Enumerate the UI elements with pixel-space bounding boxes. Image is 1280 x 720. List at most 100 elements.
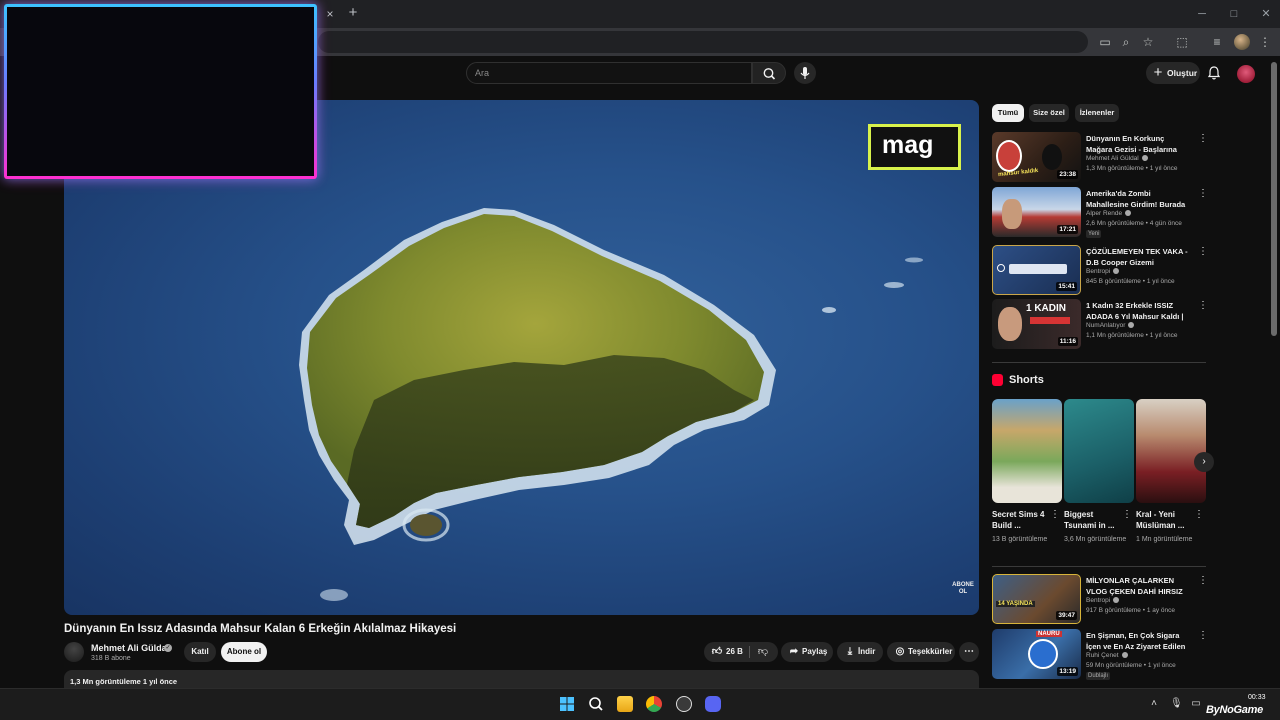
- close-tab-icon[interactable]: ×: [322, 6, 338, 22]
- share-arrow-icon: ➦: [789, 646, 799, 657]
- recommendation-channel[interactable]: NumAnlatıyor: [1086, 322, 1135, 329]
- more-options-icon[interactable]: ⋮: [1198, 133, 1208, 145]
- address-bar[interactable]: [318, 31, 1088, 53]
- thanks-button[interactable]: ◎ Teşekkürler: [887, 642, 955, 662]
- file-explorer-icon[interactable]: [617, 696, 633, 712]
- join-button[interactable]: Katıl: [184, 642, 216, 662]
- taskbar-search-icon[interactable]: [588, 696, 604, 712]
- chip-all[interactable]: Tümü: [992, 104, 1024, 122]
- system-clock[interactable]: 00:33: [1248, 694, 1266, 701]
- recommendation-title[interactable]: Amerika'da Zombi Mahallesine Girdim! Bur…: [1086, 188, 1190, 210]
- shorts-next-button[interactable]: ›: [1194, 452, 1214, 472]
- video-thumbnail[interactable]: 17:21: [992, 187, 1081, 237]
- voice-search-button[interactable]: [794, 62, 816, 84]
- recommendation-item[interactable]: NAURU 13:19 En Şişman, En Çok Sigara İçe…: [992, 629, 1212, 680]
- section-divider: [992, 566, 1206, 567]
- reading-list-icon[interactable]: ≡: [1208, 33, 1226, 51]
- verified-check-icon: ✓: [164, 644, 172, 652]
- search-button[interactable]: [752, 62, 786, 84]
- recommendation-meta: 917 B görüntüleme • 1 ay önce: [1086, 607, 1176, 614]
- subscribe-watermark[interactable]: ABONE OL: [952, 582, 974, 606]
- windows-start-icon[interactable]: [559, 696, 575, 712]
- tray-display-icon[interactable]: ▭: [1190, 698, 1202, 710]
- search-input[interactable]: Ara: [466, 62, 752, 84]
- new-tab-icon[interactable]: +: [344, 4, 362, 22]
- more-options-icon[interactable]: ⋮: [1198, 300, 1208, 312]
- obs-icon[interactable]: [676, 696, 692, 712]
- maximize-icon[interactable]: □: [1224, 6, 1244, 22]
- browser-profile-avatar[interactable]: [1234, 34, 1250, 50]
- video-duration: 23:38: [1057, 170, 1078, 179]
- recommendation-channel[interactable]: Mehmet Ali Güldal: [1086, 155, 1148, 162]
- install-app-icon[interactable]: ▭: [1096, 33, 1114, 51]
- chip-for-you[interactable]: Size özel: [1029, 104, 1069, 122]
- short-thumbnail[interactable]: [992, 399, 1062, 503]
- bookmark-star-icon[interactable]: ☆: [1139, 33, 1157, 51]
- more-options-icon[interactable]: ⋮: [1194, 509, 1204, 520]
- channel-avatar[interactable]: [64, 642, 84, 662]
- chip-watched[interactable]: İzlenenler: [1075, 104, 1119, 122]
- browser-menu-icon[interactable]: ⋮: [1256, 33, 1274, 51]
- recommendation-channel[interactable]: Bentropi: [1086, 597, 1120, 604]
- video-thumbnail[interactable]: 1 KADIN 11:16: [992, 299, 1081, 349]
- short-title[interactable]: Secret Sims 4 Build ...: [992, 509, 1048, 531]
- recommendation-meta: 2,6 Mn görüntüleme • 4 gün önce: [1086, 220, 1182, 227]
- more-options-icon[interactable]: ⋮: [1050, 509, 1060, 520]
- video-duration: 17:21: [1057, 225, 1078, 234]
- tray-chevron-icon[interactable]: ˄: [1148, 698, 1160, 710]
- subscriber-count: 318 B abone: [91, 655, 131, 662]
- recommendation-channel[interactable]: Bentropi: [1086, 268, 1120, 275]
- recommendation-item[interactable]: 17:21 Amerika'da Zombi Mahallesine Girdi…: [992, 187, 1212, 238]
- thumbs-down-icon[interactable]: 👎︎: [756, 642, 770, 662]
- recommendation-item[interactable]: 14 YAŞINDA 39:47 MİLYONLAR ÇALARKEN VLOG…: [992, 574, 1212, 624]
- recommendation-item[interactable]: 1 KADIN 11:16 1 Kadın 32 Erkekle ISSIZ A…: [992, 299, 1212, 349]
- download-label: İndir: [858, 647, 876, 656]
- recommendation-title[interactable]: 1 Kadın 32 Erkekle ISSIZ ADADA 6 Yıl Mah…: [1086, 300, 1190, 322]
- short-thumbnail[interactable]: [1064, 399, 1134, 503]
- recommendation-item[interactable]: mahsur kaldık 23:38 Dünyanın En Korkunç …: [992, 132, 1212, 182]
- recommendation-channel[interactable]: Ruhi Çenet: [1086, 652, 1128, 659]
- recommendation-channel[interactable]: Alper Rende: [1086, 210, 1132, 217]
- recommendation-title[interactable]: En Şişman, En Çok Sigara İçen ve En Az Z…: [1086, 630, 1190, 652]
- more-options-icon[interactable]: ⋮: [1198, 575, 1208, 587]
- discord-icon[interactable]: [705, 696, 721, 712]
- extensions-icon[interactable]: ⬚: [1173, 33, 1191, 51]
- video-thumbnail[interactable]: mahsur kaldık 23:38: [992, 132, 1081, 182]
- more-options-icon[interactable]: ⋮: [1198, 630, 1208, 642]
- recommendation-title[interactable]: ÇÖZÜLEMEYEN TEK VAKA - D.B Cooper Gizemi: [1086, 246, 1190, 268]
- recommendation-title[interactable]: MİLYONLAR ÇALARKEN VLOG ÇEKEN DAHİ HIRSI…: [1086, 575, 1190, 597]
- chrome-icon[interactable]: [646, 696, 662, 712]
- shorts-heading: Shorts: [1009, 374, 1044, 386]
- short-views: 13 B görüntüleme: [992, 536, 1048, 543]
- search-icon: [763, 68, 776, 80]
- share-button[interactable]: ➦ Paylaş: [781, 642, 833, 662]
- short-views: 3,6 Mn görüntüleme: [1064, 536, 1127, 543]
- tray-microphone-icon[interactable]: 🎙︎: [1170, 698, 1183, 710]
- zoom-icon[interactable]: ⌕: [1117, 33, 1135, 51]
- short-title[interactable]: Kral - Yeni Müslüman ...: [1136, 509, 1192, 531]
- notifications-bell-icon[interactable]: [1206, 65, 1222, 81]
- short-title[interactable]: Biggest Tsunami in ...: [1064, 509, 1120, 531]
- more-actions-button[interactable]: ⋯: [959, 642, 979, 662]
- plus-icon: +: [1153, 64, 1163, 81]
- page-scrollbar[interactable]: [1271, 62, 1277, 336]
- short-thumbnail[interactable]: [1136, 399, 1206, 503]
- short-item[interactable]: Kral - Yeni Müslüman ... 1 Mn görüntülem…: [1136, 399, 1206, 545]
- video-thumbnail[interactable]: 14 YAŞINDA 39:47: [992, 574, 1081, 624]
- subscribe-button[interactable]: Abone ol: [221, 642, 267, 662]
- video-thumbnail[interactable]: 15:41: [992, 245, 1081, 295]
- download-button[interactable]: ⤓ İndir: [837, 642, 883, 662]
- more-options-icon[interactable]: ⋮: [1122, 509, 1132, 520]
- video-thumbnail[interactable]: NAURU 13:19: [992, 629, 1081, 679]
- more-options-icon[interactable]: ⋮: [1198, 246, 1208, 258]
- user-avatar[interactable]: [1237, 65, 1255, 83]
- short-item[interactable]: Biggest Tsunami in ... 3,6 Mn görüntülem…: [1064, 399, 1134, 545]
- thanks-label: Teşekkürler: [908, 647, 953, 656]
- recommendation-item[interactable]: 15:41 ÇÖZÜLEMEYEN TEK VAKA - D.B Cooper …: [992, 245, 1212, 295]
- recommendation-title[interactable]: Dünyanın En Korkunç Mağara Gezisi - Başl…: [1086, 133, 1190, 155]
- short-item[interactable]: Secret Sims 4 Build ... 13 B görüntüleme…: [992, 399, 1062, 545]
- more-options-icon[interactable]: ⋮: [1198, 188, 1208, 200]
- minimize-icon[interactable]: ─: [1192, 6, 1212, 22]
- close-window-icon[interactable]: ✕: [1256, 6, 1276, 22]
- channel-name[interactable]: Mehmet Ali Güldal: [91, 643, 169, 653]
